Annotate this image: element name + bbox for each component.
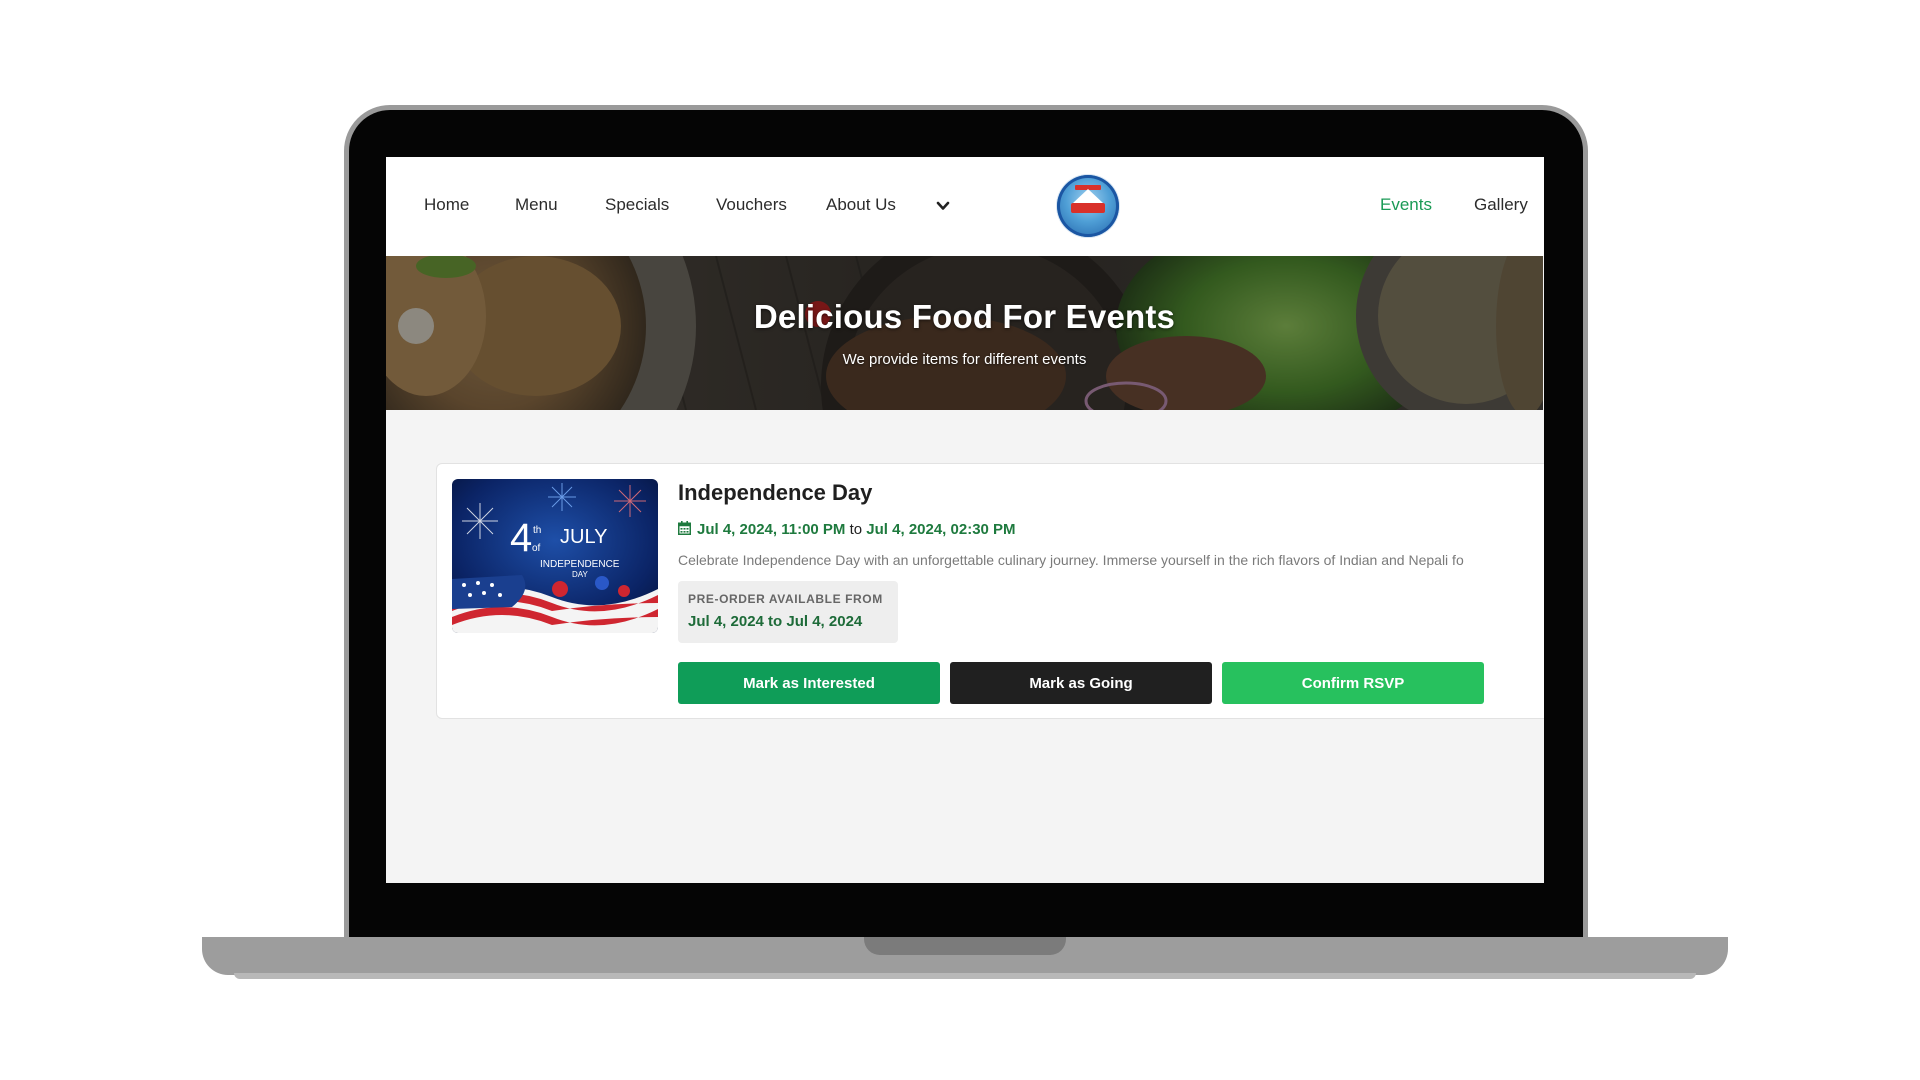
logo-banner	[1071, 203, 1105, 213]
image-of: of	[532, 543, 541, 554]
event-title[interactable]: Independence Day	[678, 480, 872, 506]
confirm-rsvp-button[interactable]: Confirm RSVP	[1222, 662, 1484, 704]
event-date-separator: to	[849, 521, 863, 538]
nav-gallery-link[interactable]: Gallery	[1474, 195, 1528, 215]
image-holiday-line1: INDEPENDENCE	[540, 559, 620, 570]
logo-mountain	[1073, 189, 1103, 203]
image-holiday-line2: DAY	[572, 570, 589, 579]
event-description: Celebrate Independence Day with an unfor…	[678, 552, 1464, 568]
event-card: 4 th of JULY INDEPENDENCE DAY Independen…	[436, 463, 1544, 719]
restaurant-logo[interactable]	[1057, 175, 1119, 237]
mark-interested-button[interactable]: Mark as Interested	[678, 662, 940, 704]
nav-menu-link[interactable]: Menu	[515, 195, 558, 215]
laptop-notch	[864, 937, 1066, 955]
preorder-label: PRE-ORDER AVAILABLE FROM	[688, 592, 883, 606]
nav-vouchers-link[interactable]: Vouchers	[716, 195, 787, 215]
nav-specials-link[interactable]: Specials	[605, 195, 669, 215]
event-start-datetime: Jul 4, 2024, 11:00 PM	[697, 521, 846, 538]
hero-title: Delicious Food For Events	[753, 298, 1176, 335]
laptop-base-shadow	[234, 973, 1696, 979]
event-date-range: Jul 4, 2024, 11:00 PM to Jul 4, 2024, 02…	[678, 521, 1016, 538]
hero-subtitle: We provide items for different events	[842, 351, 1087, 368]
preorder-info: PRE-ORDER AVAILABLE FROM Jul 4, 2024 to …	[678, 581, 898, 643]
hero-banner: Delicious Food For Events We provide ite…	[386, 256, 1543, 410]
nav-events-link[interactable]: Events	[1380, 195, 1432, 215]
chevron-down-icon[interactable]	[936, 199, 950, 213]
image-day-suffix: th	[533, 525, 541, 536]
preorder-dates: Jul 4, 2024 to Jul 4, 2024	[688, 613, 863, 630]
event-image[interactable]: 4 th of JULY INDEPENDENCE DAY	[452, 479, 658, 633]
fourth-of-july-image: 4 th of JULY INDEPENDENCE DAY	[452, 479, 658, 633]
image-day-number: 4	[510, 516, 532, 560]
mark-going-button[interactable]: Mark as Going	[950, 662, 1212, 704]
nav-home-link[interactable]: Home	[424, 195, 469, 215]
calendar-icon	[678, 521, 691, 535]
nav-about-us-link[interactable]: About Us	[826, 195, 896, 215]
browser-viewport: Home Menu Specials Vouchers About Us Eve…	[386, 157, 1544, 883]
event-end-datetime: Jul 4, 2024, 02:30 PM	[866, 521, 1016, 538]
top-navigation: Home Menu Specials Vouchers About Us Eve…	[386, 157, 1544, 256]
image-month: JULY	[560, 526, 607, 548]
